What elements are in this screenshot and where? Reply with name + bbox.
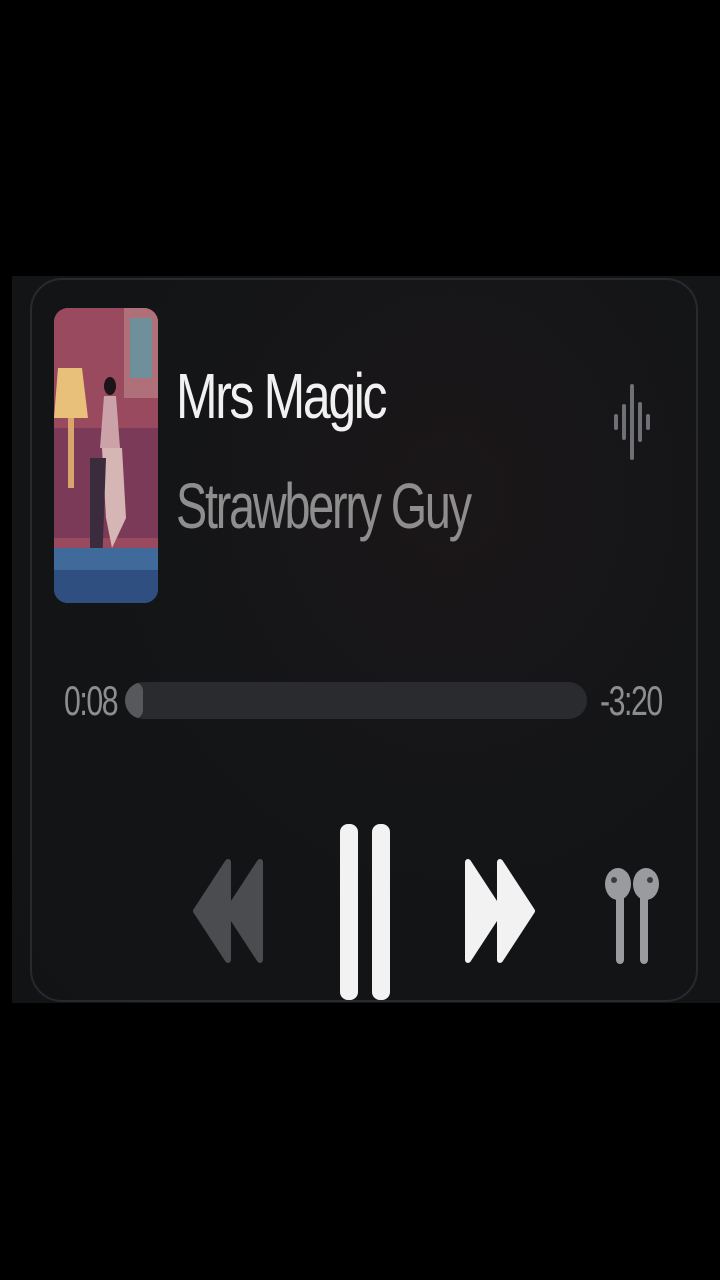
album-artwork-illustration	[54, 308, 158, 603]
track-artist: Strawberry Guy	[176, 470, 472, 542]
fast-forward-button[interactable]	[464, 856, 536, 966]
waveform-icon	[612, 382, 652, 462]
pause-button[interactable]	[336, 822, 394, 1002]
audio-output-button[interactable]	[602, 860, 662, 970]
rewind-button[interactable]	[192, 856, 264, 966]
screen: Mrs Magic Strawberry Guy 0:08 -3:20	[0, 0, 720, 1280]
rewind-icon	[193, 859, 263, 963]
album-artwork[interactable]	[54, 308, 158, 603]
progress-scrubber[interactable]	[125, 682, 587, 719]
remaining-time: -3:20	[600, 677, 663, 724]
elapsed-time: 0:08	[64, 677, 119, 724]
track-title: Mrs Magic	[176, 360, 387, 432]
now-playing-widget: Mrs Magic Strawberry Guy 0:08 -3:20	[12, 276, 720, 1003]
airpods-icon	[605, 868, 659, 964]
fast-forward-icon	[465, 859, 535, 963]
pause-icon	[340, 824, 390, 1000]
progress-fill	[125, 682, 144, 719]
